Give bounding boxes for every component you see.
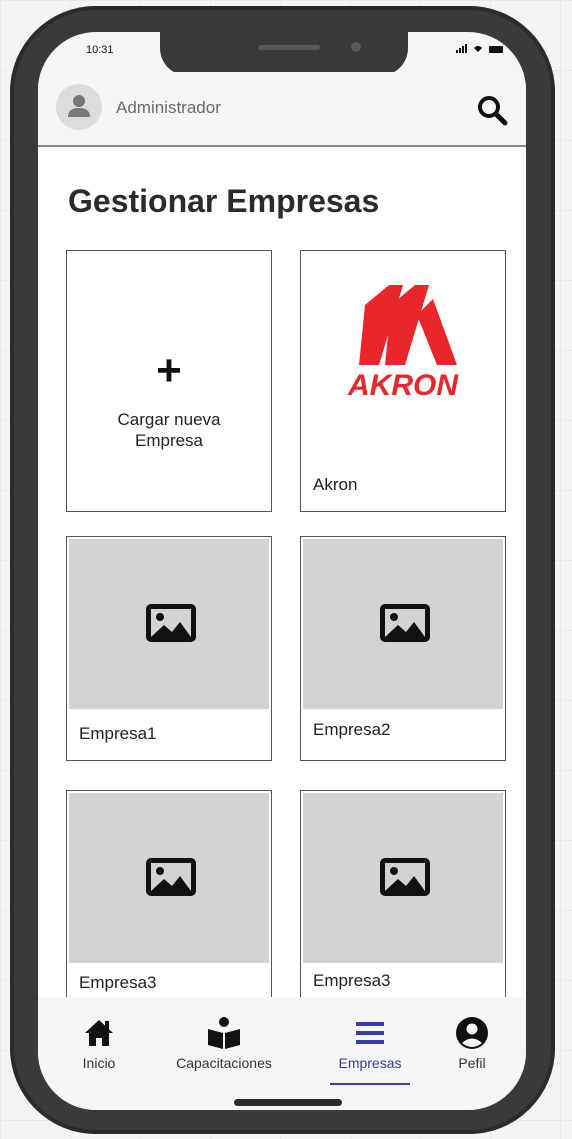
company-card-akron[interactable]: AKRON Akron [300,250,506,512]
user-circle-icon [456,1017,488,1049]
status-time: 10:31 [86,44,114,56]
akron-logo: AKRON [333,285,473,405]
menu-icon [356,1022,384,1044]
company-thumbnail [303,539,503,709]
bottom-nav: Inicio Capacitaciones Empresas Pefil [38,997,526,1110]
search-icon [478,96,508,126]
signal-icon [456,44,467,53]
phone-screen: 10:31 Administrador Gestionar Empresas +… [38,32,526,1110]
nav-label: Empresas [338,1055,402,1071]
active-tab-indicator [330,1083,410,1085]
search-button[interactable] [474,92,510,128]
page-title: Gestionar Empresas [68,183,380,219]
company-thumbnail [69,793,269,963]
image-icon [146,858,196,896]
nav-label: Capacitaciones [176,1055,272,1071]
company-name: Empresa3 [79,973,157,992]
phone-frame: 10:31 Administrador Gestionar Empresas +… [10,6,555,1134]
nav-item-capacitaciones[interactable]: Capacitaciones [162,1013,286,1071]
avatar[interactable] [56,84,102,130]
add-company-line2: Empresa [134,431,204,450]
notch [160,32,408,76]
home-indicator[interactable] [234,1099,342,1106]
image-icon [146,604,196,642]
home-icon [85,1020,113,1046]
add-company-label: Cargar nueva Empresa [67,409,271,451]
wifi-icon [474,46,482,52]
main-content: Gestionar Empresas + Cargar nueva Empres… [38,147,526,997]
company-card[interactable]: Empresa3 [300,790,506,997]
company-card[interactable]: Empresa2 [300,536,506,761]
plus-icon: + [156,346,182,395]
company-card[interactable]: Empresa1 [66,536,272,761]
company-thumbnail [303,793,503,963]
company-card[interactable]: Empresa3 [66,790,272,997]
company-name: Empresa3 [313,971,391,990]
company-name: Akron [313,475,358,494]
company-thumbnail [69,539,269,709]
add-company-card[interactable]: + Cargar nueva Empresa [66,250,272,512]
akron-logo-text: AKRON [347,369,459,402]
status-icons [456,43,503,53]
add-company-line1: Cargar nueva [117,410,221,429]
nav-label: Inicio [82,1055,116,1071]
company-name: Empresa2 [313,720,391,739]
image-icon [380,858,430,896]
book-reader-icon [208,1017,240,1049]
speaker [258,45,320,50]
company-name: Empresa1 [79,724,157,743]
nav-item-empresas[interactable]: Empresas [328,1013,412,1071]
camera [351,42,361,52]
image-icon [380,604,430,642]
user-name: Administrador [116,98,221,117]
user-icon [68,95,90,117]
nav-item-perfil[interactable]: Pefil [450,1013,494,1071]
battery-icon [489,46,503,53]
nav-label: Pefil [458,1055,486,1071]
app-bar: Administrador [38,72,526,147]
nav-item-inicio[interactable]: Inicio [72,1013,126,1071]
